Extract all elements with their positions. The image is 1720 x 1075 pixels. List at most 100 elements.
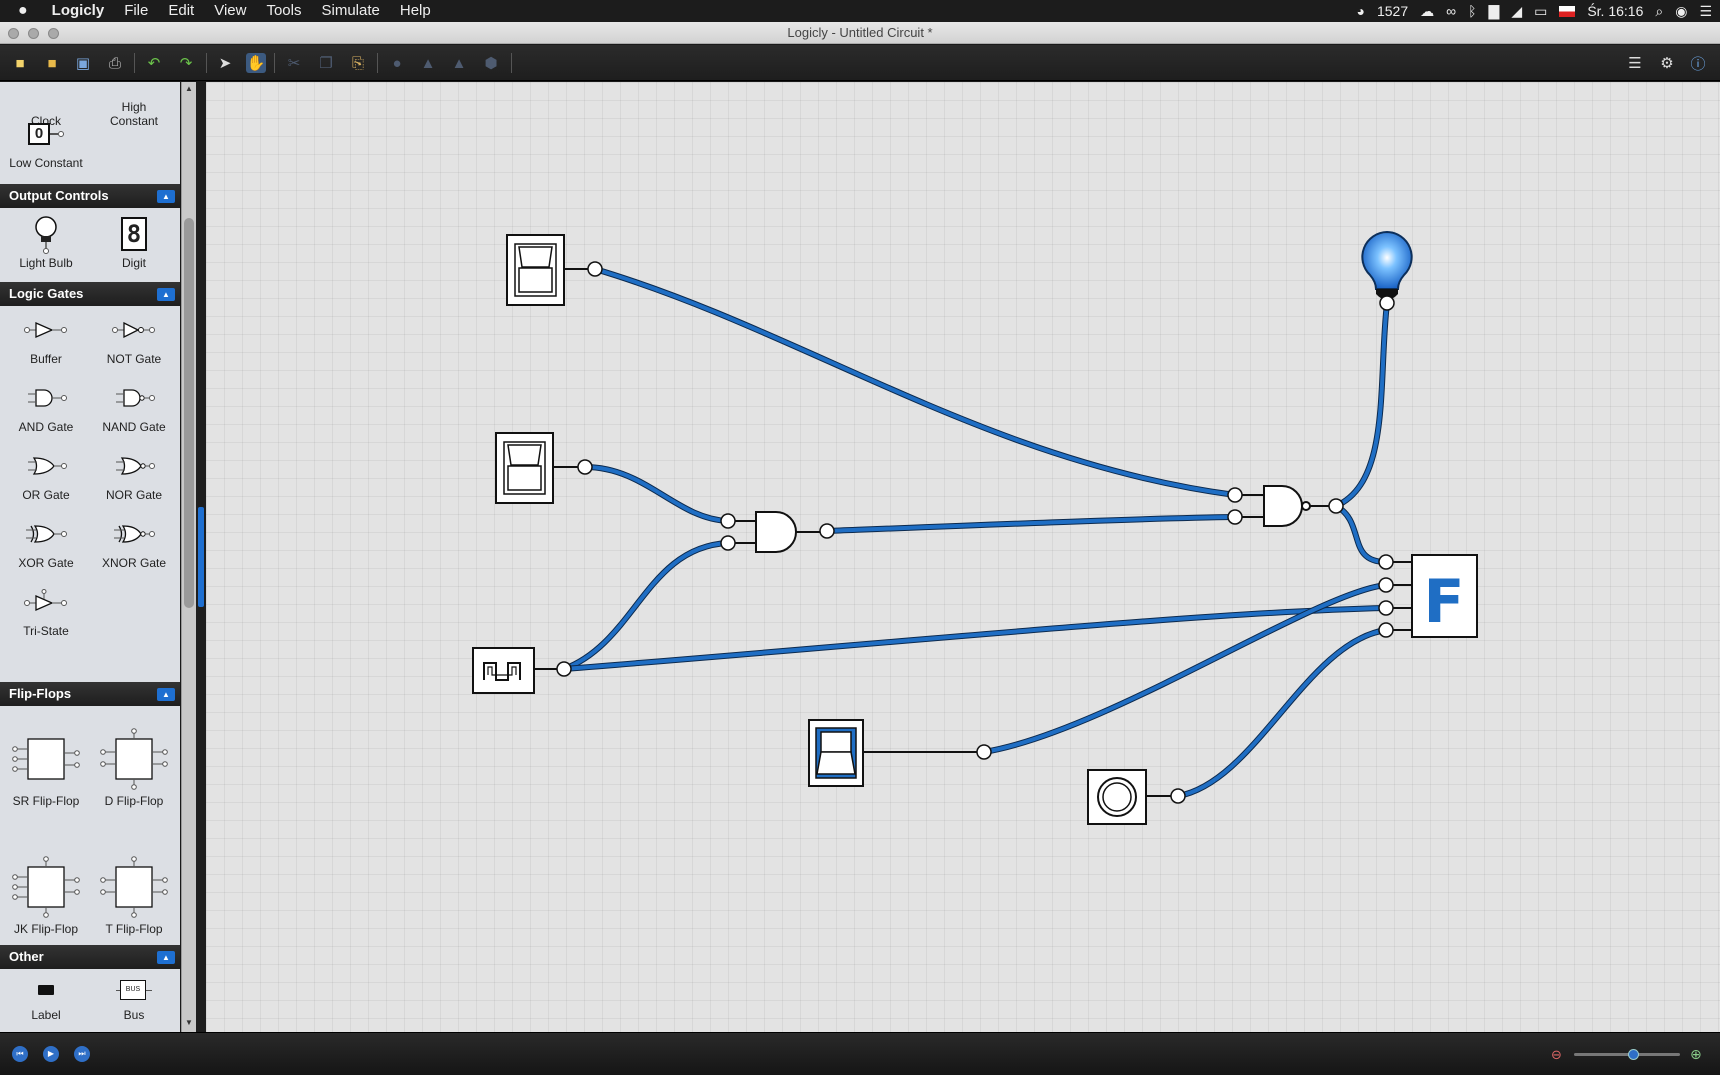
wire-switch2-to-and[interactable] [582, 464, 731, 524]
wire-nand-to-digit[interactable] [1333, 503, 1389, 565]
zoom-slider-thumb[interactable] [1628, 1049, 1639, 1060]
push-button[interactable] [1087, 769, 1186, 825]
palette-nor-gate[interactable]: NOR Gate [90, 444, 178, 502]
toggle-switch-2[interactable] [495, 432, 593, 504]
circuit-canvas[interactable]: F [206, 82, 1720, 1032]
copy-icon[interactable]: ❐ [316, 53, 336, 73]
wire-clock-to-and[interactable] [561, 540, 731, 672]
palette-high-constant[interactable]: High Constant [90, 82, 178, 128]
status-counter[interactable]: 1527 [1377, 3, 1408, 19]
digit-input-2-pin[interactable] [1378, 577, 1394, 593]
collapse-arrow-icon[interactable]: ▲ [157, 688, 175, 701]
menu-view[interactable]: View [204, 0, 256, 22]
settings-gear-icon[interactable]: ⚙ [1657, 53, 1677, 73]
palette-t-flip-flop[interactable]: T Flip-Flop [90, 852, 178, 936]
collapse-arrow-icon[interactable]: ▲ [157, 288, 175, 301]
and-output-pin[interactable] [819, 523, 835, 539]
section-other[interactable]: Other ▲ [0, 945, 180, 969]
menu-file[interactable]: File [114, 0, 158, 22]
palette-scrollbar[interactable]: ▲ ▼ [181, 82, 196, 1032]
switch2-output-pin[interactable] [577, 459, 593, 475]
splitter-handle[interactable] [198, 507, 204, 607]
button-output-pin[interactable] [1170, 788, 1186, 804]
zoom-slider[interactable] [1574, 1049, 1680, 1060]
spotlight-search-icon[interactable]: ⌕ [1655, 3, 1663, 20]
menu-edit[interactable]: Edit [158, 0, 204, 22]
section-flip-flops[interactable]: Flip-Flops ▲ [0, 682, 180, 706]
palette-light-bulb[interactable]: Light Bulb [2, 212, 90, 270]
toggle-switch-3[interactable] [808, 719, 992, 787]
palette-label[interactable]: Label [2, 972, 90, 1022]
digit-input-4-pin[interactable] [1378, 600, 1394, 616]
select-tool-icon[interactable]: ➤ [215, 53, 235, 73]
scroll-down-arrow-icon[interactable]: ▼ [184, 1018, 194, 1028]
palette-tri-state[interactable]: Tri-State [2, 580, 90, 638]
palette-scroll-thumb[interactable] [184, 218, 194, 608]
nand-input-a-pin[interactable] [1227, 487, 1243, 503]
document-properties-icon[interactable]: ☰ [1625, 53, 1645, 73]
palette-sr-flip-flop[interactable]: SR Flip-Flop [2, 724, 90, 808]
collapse-arrow-icon[interactable]: ▲ [157, 951, 175, 964]
switch3-output-pin[interactable] [976, 744, 992, 760]
step-forward-icon[interactable]: ⏭ [74, 1046, 90, 1062]
memory-icon[interactable]: ▇ [1489, 3, 1500, 20]
digit-display[interactable]: F [1378, 554, 1478, 638]
apple-icon[interactable]: ● [0, 0, 42, 22]
menu-help[interactable]: Help [390, 0, 441, 22]
palette-nand-gate[interactable]: NAND Gate [90, 376, 178, 434]
palette-jk-flip-flop[interactable]: JK Flip-Flop [2, 852, 90, 936]
battery-icon[interactable]: ▭ [1534, 3, 1547, 20]
palette-xor-gate[interactable]: XOR Gate [2, 512, 90, 570]
and-input-a-pin[interactable] [720, 513, 736, 529]
save-icon[interactable]: ▣ [73, 53, 93, 73]
flip-horizontal-icon[interactable]: ▲ [418, 53, 438, 73]
palette-digit[interactable]: 8 Digit [90, 212, 178, 270]
notification-center-icon[interactable]: ☰ [1699, 3, 1712, 20]
help-icon[interactable]: ⓘ [1688, 53, 1708, 73]
palette-bus[interactable]: BUS Bus [90, 972, 178, 1022]
menu-app[interactable]: Logicly [42, 0, 115, 22]
zoom-window-button[interactable] [48, 28, 59, 39]
palette-or-gate[interactable]: OR Gate [2, 444, 90, 502]
rotate-icon[interactable]: ● [387, 53, 407, 73]
digit-input-1-pin[interactable] [1378, 554, 1394, 570]
cloud-icon[interactable]: ☁ [1420, 3, 1434, 20]
menu-simulate[interactable]: Simulate [312, 0, 390, 22]
scroll-up-arrow-icon[interactable]: ▲ [184, 84, 194, 94]
and-gate[interactable] [720, 511, 835, 553]
menu-tools[interactable]: Tools [256, 0, 311, 22]
clock-component[interactable] [472, 647, 572, 694]
creative-cloud-icon[interactable]: ∞ [1446, 3, 1456, 19]
close-window-button[interactable] [8, 28, 19, 39]
section-logic-gates[interactable]: Logic Gates ▲ [0, 282, 180, 306]
step-back-icon[interactable]: ⏮ [12, 1046, 28, 1062]
circuit-diagram[interactable]: F [206, 82, 1720, 1032]
zoom-out-icon[interactable]: ⊖ [1551, 1047, 1562, 1063]
play-pause-icon[interactable]: ▶ [43, 1046, 59, 1062]
new-file-icon[interactable]: ■ [10, 53, 30, 73]
palette-xnor-gate[interactable]: XNOR Gate [90, 512, 178, 570]
open-folder-icon[interactable]: ■ [42, 53, 62, 73]
redo-icon[interactable]: ↷ [176, 53, 196, 73]
palette-buffer[interactable]: Buffer [2, 308, 90, 366]
palette-d-flip-flop[interactable]: D Flip-Flop [90, 724, 178, 808]
zoom-in-icon[interactable]: ⊕ [1690, 1046, 1702, 1063]
flag-icon[interactable] [1559, 5, 1576, 17]
nand-output-pin[interactable] [1328, 498, 1344, 514]
clock-output-pin[interactable] [556, 661, 572, 677]
nand-gate[interactable] [1227, 485, 1344, 527]
status-clock[interactable]: Śr. 16:16 [1587, 3, 1643, 19]
digit-input-8-pin[interactable] [1378, 622, 1394, 638]
bluetooth-icon[interactable]: ᛒ [1468, 3, 1476, 19]
hand-tool-icon[interactable]: ✋ [246, 53, 266, 73]
switch1-output-pin[interactable] [587, 261, 603, 277]
toggle-switch-1[interactable] [506, 234, 603, 306]
palette-not-gate[interactable]: NOT Gate [90, 308, 178, 366]
wifi-icon[interactable]: ◢ [1511, 3, 1522, 20]
light-bulb-lit-icon[interactable] [1361, 230, 1413, 311]
group-icon[interactable]: ⬢ [481, 53, 501, 73]
bulb-input-pin[interactable] [1379, 295, 1395, 311]
paste-icon[interactable]: ⎘ [348, 53, 368, 73]
timer-icon[interactable]: ◕ [1357, 3, 1365, 19]
siri-icon[interactable]: ◉ [1675, 3, 1687, 20]
